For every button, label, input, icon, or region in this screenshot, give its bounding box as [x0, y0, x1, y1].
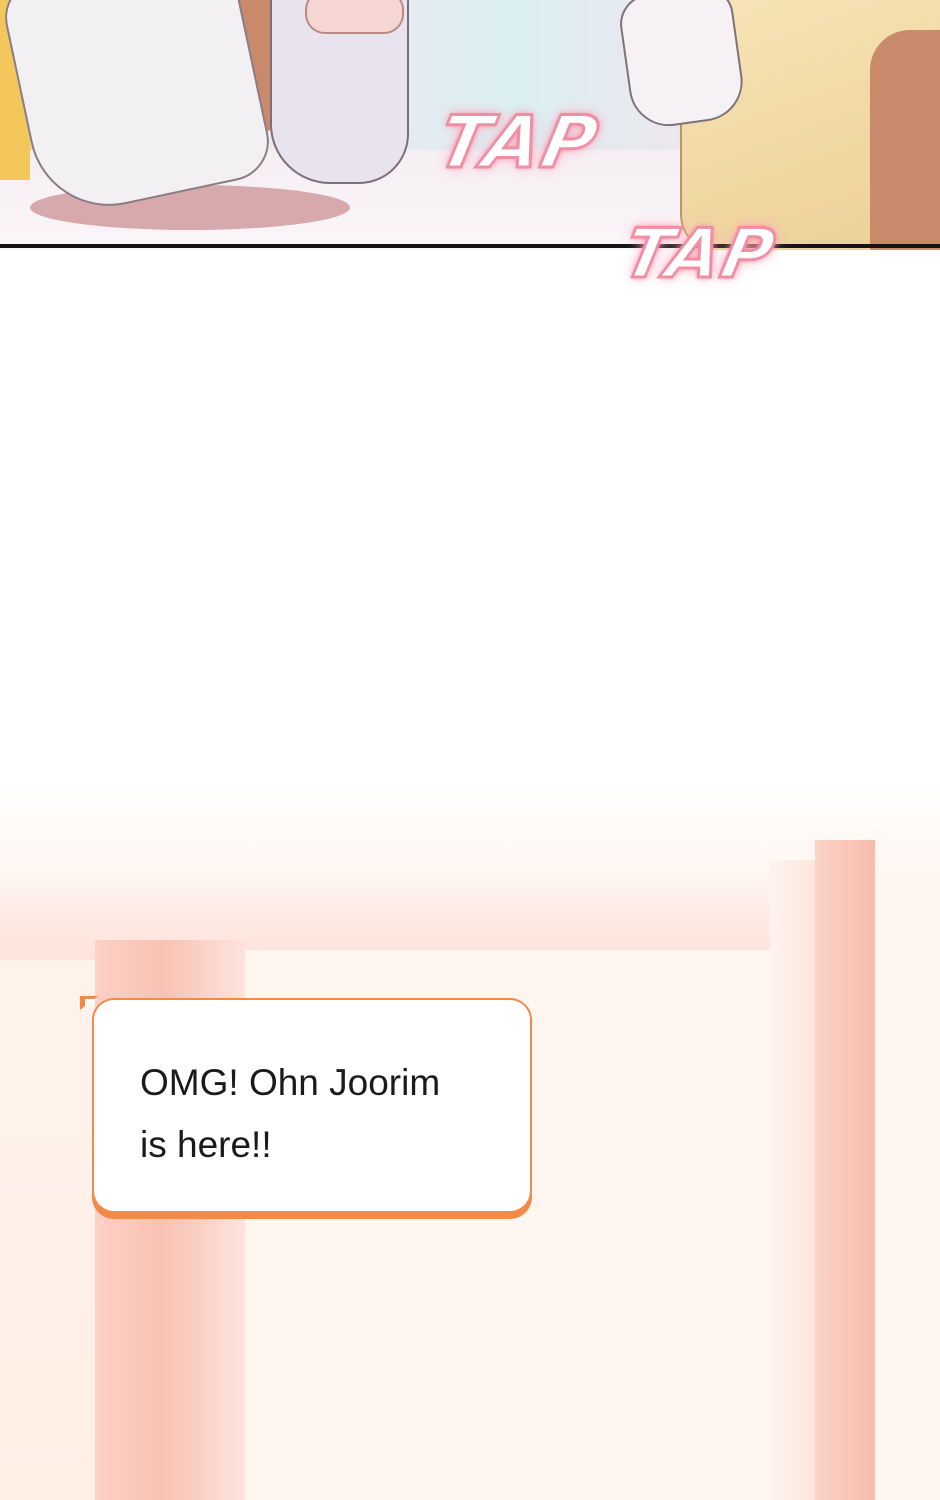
- right-wall-edge: [875, 870, 940, 1500]
- right-character-vest: [870, 30, 940, 250]
- right-pillar: [815, 840, 875, 1500]
- speech-line: OMG! Ohn Joorim: [140, 1062, 441, 1103]
- speech-bubble-tail-fill: [85, 999, 97, 1008]
- sound-effect-tap: TAP: [615, 214, 784, 296]
- sound-effect-tap: TAP: [430, 99, 609, 186]
- right-character-cuff: [616, 0, 748, 132]
- left-character-hand: [305, 0, 404, 34]
- speech-bubble: OMG! Ohn Joorim is here!!: [92, 998, 532, 1213]
- right-pillar-inner: [770, 860, 815, 1500]
- speech-bubble-text: OMG! Ohn Joorim is here!!: [140, 1052, 500, 1176]
- panel-border: [0, 244, 940, 248]
- speech-line: is here!!: [140, 1124, 272, 1165]
